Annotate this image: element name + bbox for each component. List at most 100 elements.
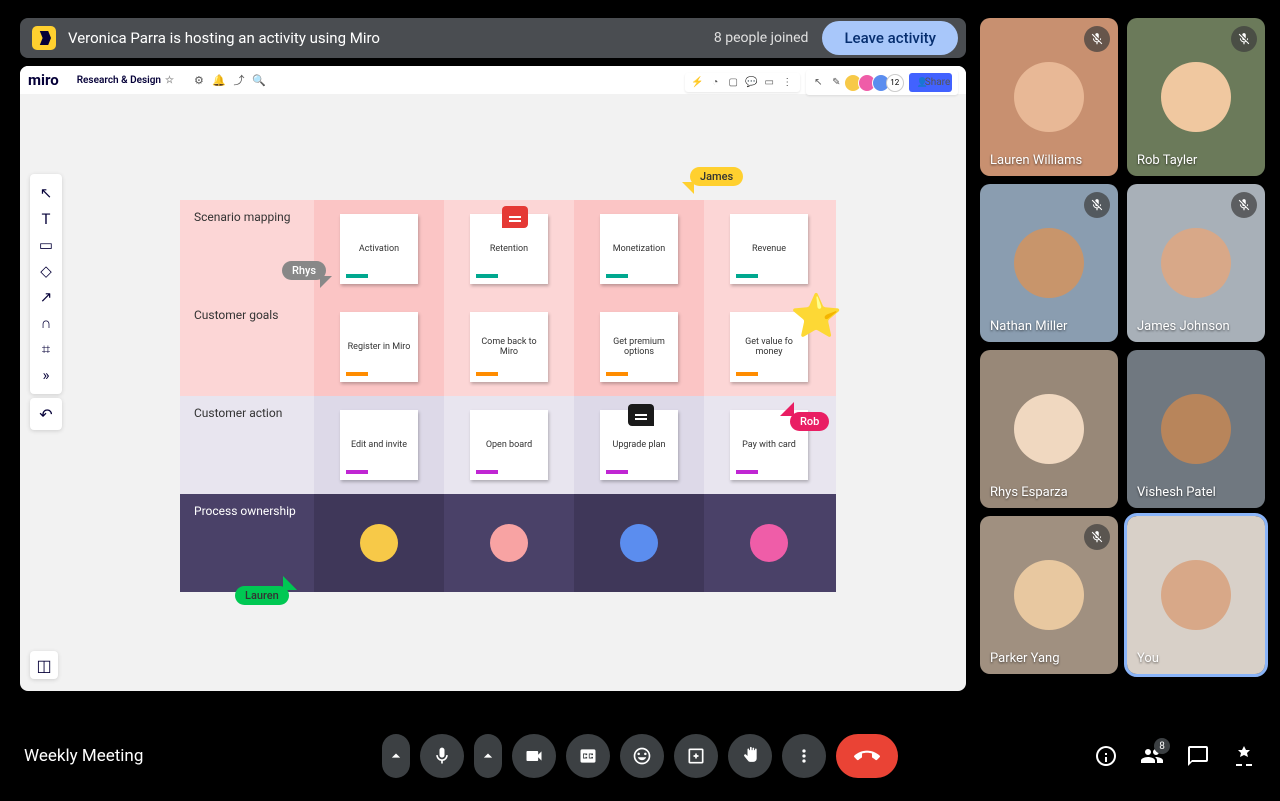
- board-cell[interactable]: [314, 494, 444, 592]
- line-tool[interactable]: ↗: [30, 284, 62, 310]
- more-tools[interactable]: »: [30, 362, 62, 388]
- cursor-lauren: Lauren: [235, 586, 289, 605]
- share-button[interactable]: 👤 Share: [909, 73, 952, 92]
- board-cell[interactable]: Get premium options: [574, 298, 704, 396]
- comment-dark-icon[interactable]: [628, 404, 654, 426]
- video-tile[interactable]: Lauren Williams: [980, 18, 1118, 176]
- owner-avatar[interactable]: [750, 524, 788, 562]
- mute-icon: [1084, 26, 1110, 52]
- present-icon[interactable]: ▢: [727, 76, 740, 89]
- hangup-button[interactable]: [836, 734, 898, 778]
- reactions-button[interactable]: [620, 734, 664, 778]
- shape-tool[interactable]: ◇: [30, 258, 62, 284]
- more-options-button[interactable]: [782, 734, 826, 778]
- raise-hand-button[interactable]: [728, 734, 772, 778]
- miro-topbar-right: ⚡ ◔ ▢ 💬 ▭ ⋮ ↖ ✎ 12 👤 Share: [685, 70, 958, 95]
- board-cell[interactable]: Revenue: [704, 200, 834, 298]
- video-tile[interactable]: Rob Tayler: [1127, 18, 1265, 176]
- captions-button[interactable]: [566, 734, 610, 778]
- board-name-chip[interactable]: Research & Design ☆: [69, 72, 182, 89]
- video-tile[interactable]: Vishesh Patel: [1127, 350, 1265, 508]
- camera-button[interactable]: [512, 734, 556, 778]
- video-tile[interactable]: Parker Yang: [980, 516, 1118, 674]
- leave-activity-button[interactable]: Leave activity: [822, 21, 958, 55]
- timer-icon[interactable]: ◔: [709, 76, 722, 89]
- activity-bar: Veronica Parra is hosting an activity us…: [20, 18, 966, 58]
- board-cell[interactable]: Edit and invite: [314, 396, 444, 494]
- sticky-note[interactable]: Register in Miro: [340, 312, 418, 382]
- owner-avatar[interactable]: [490, 524, 528, 562]
- present-button[interactable]: [674, 734, 718, 778]
- export-icon[interactable]: ⤴: [232, 73, 246, 87]
- pen-icon[interactable]: ✎: [830, 76, 843, 89]
- panel-button[interactable]: ◫: [30, 651, 58, 679]
- board-cell[interactable]: [444, 494, 574, 592]
- select-tool[interactable]: ↖: [30, 180, 62, 206]
- star-sticker: ⭐: [790, 296, 842, 338]
- frame-tool[interactable]: ⌗: [30, 336, 62, 362]
- chat-button[interactable]: [1186, 744, 1210, 768]
- video-tile[interactable]: James Johnson: [1127, 184, 1265, 342]
- participant-name: Nathan Miller: [990, 319, 1067, 334]
- activities-button[interactable]: [1232, 744, 1256, 768]
- people-button[interactable]: 8: [1140, 744, 1164, 768]
- owner-avatar[interactable]: [360, 524, 398, 562]
- sticky-note[interactable]: Come back to Miro: [470, 312, 548, 382]
- board-cell[interactable]: [704, 494, 834, 592]
- cursor-rhys: Rhys: [282, 261, 326, 280]
- cursor-james: James: [690, 167, 743, 186]
- sticky-note[interactable]: Revenue: [730, 214, 808, 284]
- toolbar-group-1: ⚡ ◔ ▢ 💬 ▭ ⋮: [685, 73, 800, 92]
- sticky-note[interactable]: Get premium options: [600, 312, 678, 382]
- mute-icon: [1231, 192, 1257, 218]
- video-tile[interactable]: Nathan Miller: [980, 184, 1118, 342]
- frame-icon[interactable]: ▭: [763, 76, 776, 89]
- meeting-name: Weekly Meeting: [24, 746, 143, 766]
- miro-logo-icon: [32, 26, 56, 50]
- bell-icon[interactable]: 🔔: [212, 73, 226, 87]
- left-toolbox: ↖ T ▭ ◇ ↗ ∩ ⌗ »: [30, 174, 62, 394]
- board-cell[interactable]: Activation: [314, 200, 444, 298]
- sticky-tool[interactable]: ▭: [30, 232, 62, 258]
- board-cell[interactable]: Pay with card: [704, 396, 834, 494]
- sticky-note[interactable]: Edit and invite: [340, 410, 418, 480]
- sticky-note[interactable]: Monetization: [600, 214, 678, 284]
- star-icon[interactable]: ☆: [165, 75, 174, 86]
- more-icon[interactable]: ⋮: [781, 76, 794, 89]
- collab-avatars[interactable]: 12: [848, 74, 904, 92]
- board-row: Process ownership: [180, 494, 836, 592]
- comment-red-icon[interactable]: [502, 206, 528, 228]
- board-cell[interactable]: Monetization: [574, 200, 704, 298]
- board-cell[interactable]: [574, 494, 704, 592]
- row-label: Customer action: [180, 396, 314, 494]
- cam-options-button[interactable]: [474, 734, 502, 778]
- text-tool[interactable]: T: [30, 206, 62, 232]
- board-row: Customer action Edit and invite Open board…: [180, 396, 836, 494]
- people-joined-text: 8 people joined: [714, 30, 809, 46]
- settings-icon[interactable]: ⚙: [192, 73, 206, 87]
- miro-brand: miro: [28, 71, 59, 89]
- sticky-note[interactable]: Activation: [340, 214, 418, 284]
- mute-icon: [1231, 26, 1257, 52]
- mic-options-button[interactable]: [382, 734, 410, 778]
- board-cell[interactable]: Open board: [444, 396, 574, 494]
- participant-name: Parker Yang: [990, 651, 1060, 666]
- comment-icon[interactable]: 💬: [745, 76, 758, 89]
- video-tile[interactable]: You: [1127, 516, 1265, 674]
- board-name-text: Research & Design: [77, 75, 161, 86]
- undo-button[interactable]: ↶: [30, 398, 62, 430]
- bolt-icon[interactable]: ⚡: [691, 76, 704, 89]
- owner-avatar[interactable]: [620, 524, 658, 562]
- participant-name: You: [1137, 651, 1159, 666]
- info-button[interactable]: [1094, 744, 1118, 768]
- cursor-icon[interactable]: ↖: [812, 76, 825, 89]
- board-cell[interactable]: Come back to Miro: [444, 298, 574, 396]
- pen-tool[interactable]: ∩: [30, 310, 62, 336]
- activity-host-text: Veronica Parra is hosting an activity us…: [68, 29, 380, 47]
- video-tile[interactable]: Rhys Esparza: [980, 350, 1118, 508]
- toolbar-group-2: ↖ ✎ 12 👤 Share: [806, 70, 958, 95]
- mic-button[interactable]: [420, 734, 464, 778]
- board-cell[interactable]: Register in Miro: [314, 298, 444, 396]
- search-icon[interactable]: 🔍: [252, 73, 266, 87]
- sticky-note[interactable]: Open board: [470, 410, 548, 480]
